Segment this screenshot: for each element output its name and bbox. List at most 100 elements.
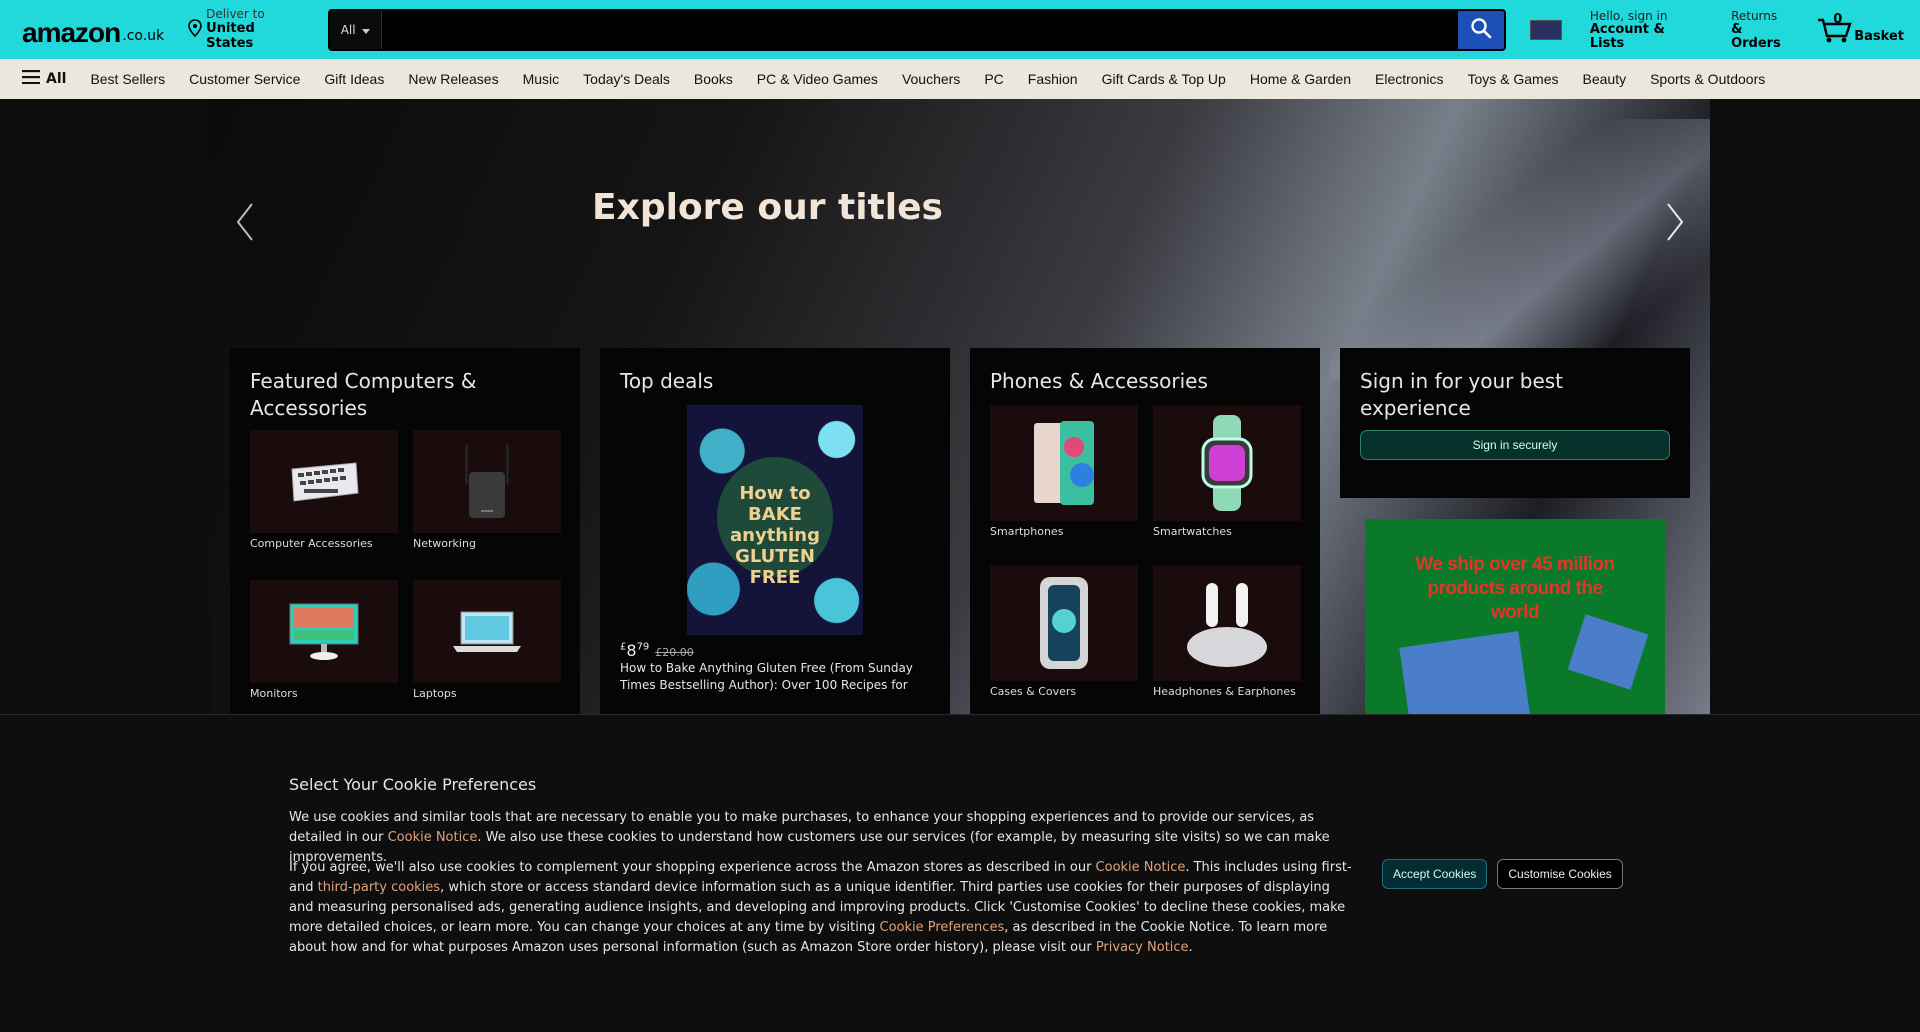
tile-networking[interactable]: Networking (413, 430, 561, 557)
deliver-to[interactable]: Deliver to United States (188, 8, 305, 51)
nav-link-gift-cards[interactable]: Gift Cards & Top Up (1102, 71, 1226, 87)
all-menu-button[interactable]: All (22, 70, 66, 88)
account-greeting: Hello, sign in (1589, 8, 1668, 23)
tile-label: Cases & Covers (990, 685, 1077, 698)
location-pin-icon (188, 18, 202, 41)
nav-link-sports-outdoors[interactable]: Sports & Outdoors (1650, 71, 1765, 87)
shipping-ad-banner[interactable]: We ship over 45 million products around … (1365, 519, 1665, 714)
nav-link-gift-ideas[interactable]: Gift Ideas (324, 71, 384, 87)
caret-down-icon (361, 23, 370, 37)
top-nav-bar: amazon .co.uk Deliver to United States A… (0, 0, 1920, 59)
phone-case-image (990, 565, 1138, 681)
tile-label: Headphones & Earphones (1153, 685, 1296, 698)
deliver-country: United States (206, 21, 255, 51)
router-image (413, 430, 561, 533)
sign-in-button[interactable]: Sign in securely (1360, 430, 1670, 460)
nav-link-music[interactable]: Music (523, 71, 560, 87)
accept-cookies-button[interactable]: Accept Cookies (1382, 859, 1488, 889)
tile-label: Smartwatches (1153, 525, 1232, 538)
search-icon (1470, 17, 1492, 42)
hamburger-icon (22, 70, 40, 88)
nav-link-best-sellers[interactable]: Best Sellers (90, 71, 165, 87)
search-bar: All (327, 8, 1507, 51)
cookie-consent-panel: Select Your Cookie Preferences We use co… (0, 714, 1920, 1032)
deal-description[interactable]: How to Bake Anything Gluten Free (From S… (620, 660, 932, 694)
basket[interactable]: 0 Basket (1816, 12, 1904, 44)
privacy-notice-link[interactable]: Privacy Notice (1096, 940, 1189, 955)
cookie-text: . (1188, 940, 1193, 955)
account-label: Account & Lists (1589, 21, 1665, 51)
tile-label: Laptops (413, 687, 457, 700)
nav-link-electronics[interactable]: Electronics (1375, 71, 1443, 87)
package-box-image (1567, 614, 1649, 690)
deal-price: £879 (620, 641, 649, 660)
tile-smartwatches[interactable]: Smartwatches (1153, 405, 1301, 545)
nav-link-books[interactable]: Books (694, 71, 733, 87)
nav-link-new-releases[interactable]: New Releases (408, 71, 498, 87)
logo-text: amazon (22, 16, 121, 48)
card-top-deals: Top deals How to BAKE anything GLUTEN FR… (600, 348, 950, 714)
nav-link-vouchers[interactable]: Vouchers (902, 71, 960, 87)
nav-link-customer-service[interactable]: Customer Service (189, 71, 300, 87)
nav-link-toys-games[interactable]: Toys & Games (1467, 71, 1558, 87)
tile-laptops[interactable]: Laptops (413, 580, 561, 707)
tile-label: Monitors (250, 687, 298, 700)
third-party-cookies-link[interactable]: third-party cookies (318, 880, 440, 895)
cookie-paragraph-2: If you agree, we'll also use cookies to … (289, 858, 1355, 958)
hero-title: Explore our titles (592, 187, 943, 228)
earbuds-image (1153, 565, 1301, 681)
deal-book-cover[interactable]: How to BAKE anything GLUTEN FREE (687, 405, 863, 635)
smartphone-image (990, 405, 1138, 521)
tile-cases-covers[interactable]: Cases & Covers (990, 565, 1138, 705)
nav-link-beauty[interactable]: Beauty (1583, 71, 1627, 87)
search-category-label: All (340, 22, 356, 37)
package-box-image (1399, 631, 1531, 714)
price-old: £20.00 (655, 646, 694, 659)
language-flag-icon[interactable] (1530, 19, 1562, 40)
tile-monitors[interactable]: Monitors (250, 580, 398, 707)
card-title: Featured Computers & Accessories (250, 369, 477, 420)
returns-label: Returns (1731, 8, 1778, 23)
smartwatch-image (1153, 405, 1301, 521)
nav-link-pc-video-games[interactable]: PC & Video Games (757, 71, 878, 87)
account-lists[interactable]: Hello, sign in Account & Lists (1590, 9, 1703, 51)
category-nav: All Best Sellers Customer Service Gift I… (0, 59, 1920, 99)
deliver-label: Deliver to (206, 7, 265, 21)
search-category-dropdown[interactable]: All (329, 10, 382, 49)
cookie-preferences-link[interactable]: Cookie Preferences (880, 920, 1005, 935)
cookie-notice-link[interactable]: Cookie Notice (1096, 860, 1186, 875)
ad-text: We ship over 45 million products around … (1415, 554, 1615, 623)
carousel-next-button[interactable] (1660, 203, 1690, 245)
cookie-buttons: Accept Cookies Customise Cookies (1382, 859, 1623, 889)
carousel-prev-button[interactable] (230, 203, 260, 245)
nav-link-home-garden[interactable]: Home & Garden (1250, 71, 1351, 87)
price-fraction: 79 (636, 641, 650, 653)
laptop-image (413, 580, 561, 683)
monitor-image (250, 580, 398, 683)
amazon-logo[interactable]: amazon .co.uk (16, 8, 170, 52)
tile-label: Computer Accessories (250, 537, 373, 550)
search-input[interactable] (381, 10, 1459, 49)
logo-tld: .co.uk (122, 27, 165, 44)
tile-headphones-earphones[interactable]: Headphones & Earphones (1153, 565, 1301, 705)
card-sign-in: Sign in for your best experience Sign in… (1340, 348, 1690, 498)
customise-cookies-button[interactable]: Customise Cookies (1497, 859, 1623, 889)
card-title: Phones & Accessories (990, 369, 1208, 393)
cookie-notice-link[interactable]: Cookie Notice (388, 830, 478, 845)
chevron-left-icon (236, 203, 254, 245)
tile-computer-accessories[interactable]: Computer Accessories (250, 430, 398, 557)
nav-link-fashion[interactable]: Fashion (1028, 71, 1078, 87)
tile-label: Networking (413, 537, 476, 550)
tile-smartphones[interactable]: Smartphones (990, 405, 1138, 545)
chevron-right-icon (1666, 203, 1684, 245)
basket-label: Basket (1854, 28, 1904, 44)
nav-link-pc[interactable]: PC (984, 71, 1003, 87)
book-cover-title: How to BAKE anything GLUTEN FREE (730, 483, 820, 588)
cookie-text: If you agree, we'll also use cookies to … (289, 860, 1096, 875)
keyboard-image (250, 430, 398, 533)
basket-count: 0 (1833, 11, 1843, 27)
returns-orders[interactable]: Returns & Orders (1731, 9, 1796, 51)
nav-link-todays-deals[interactable]: Today's Deals (583, 71, 670, 87)
cookie-title: Select Your Cookie Preferences (289, 775, 537, 794)
search-button[interactable] (1458, 10, 1505, 49)
